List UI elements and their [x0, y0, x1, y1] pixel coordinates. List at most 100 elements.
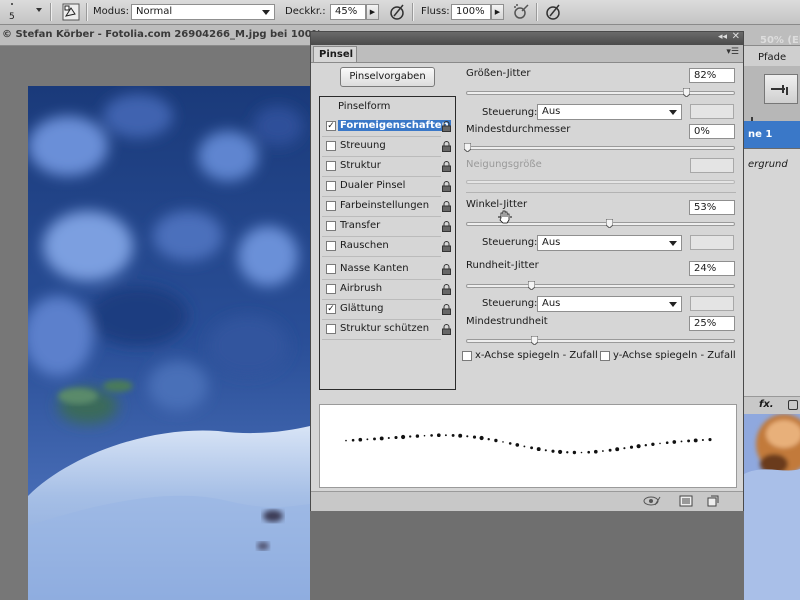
- list-item-label: Rauschen: [340, 240, 389, 251]
- lock-icon[interactable]: [441, 284, 452, 295]
- list-item[interactable]: Rauschen: [320, 237, 455, 257]
- layer-row-background[interactable]: ergrund: [744, 149, 800, 180]
- roundness-jitter-input[interactable]: 24%: [689, 261, 735, 276]
- lock-icon[interactable]: [441, 121, 452, 132]
- list-item-checkbox[interactable]: [326, 141, 336, 151]
- brush-dab: [615, 447, 620, 452]
- roundness-control-select[interactable]: Aus: [537, 296, 682, 312]
- brush-dab: [423, 434, 426, 437]
- toggle-live-tip-preview-icon[interactable]: [643, 495, 661, 507]
- snow-photo-image: [28, 86, 310, 600]
- slider-thumb[interactable]: [528, 281, 536, 290]
- angle-control-select[interactable]: Aus: [537, 235, 682, 251]
- brush-dab: [665, 441, 669, 445]
- list-item[interactable]: Struktur: [320, 157, 455, 177]
- lock-icon[interactable]: [441, 221, 452, 232]
- brush-dab: [708, 438, 712, 442]
- list-item-checkbox[interactable]: ✓: [326, 121, 336, 131]
- size-control-fade-input: [690, 104, 734, 119]
- list-item-checkbox[interactable]: ✓: [326, 304, 336, 314]
- pressure-size-icon[interactable]: [544, 3, 562, 21]
- flip-x-checkbox[interactable]: [462, 351, 472, 361]
- list-item[interactable]: ✓ Formeigenschaften: [320, 117, 455, 137]
- list-item[interactable]: Struktur schützen: [320, 320, 455, 340]
- pressure-opacity-icon[interactable]: [388, 3, 406, 21]
- collapse-panel-icon[interactable]: ◂◂: [718, 32, 727, 42]
- size-control-select[interactable]: Aus: [537, 104, 682, 120]
- brush-dab: [629, 445, 634, 449]
- create-new-brush-icon[interactable]: [707, 495, 719, 507]
- lock-icon[interactable]: [441, 324, 452, 335]
- brush-dab: [479, 435, 484, 441]
- mask-icon[interactable]: [788, 400, 798, 410]
- list-item-checkbox[interactable]: [326, 161, 336, 171]
- opacity-slider-button[interactable]: ▶: [366, 4, 379, 20]
- list-item[interactable]: Farbeinstellungen: [320, 197, 455, 217]
- panel-title-bar[interactable]: ◂◂ ✕: [311, 31, 743, 45]
- brush-preset-picker[interactable]: 5: [2, 1, 22, 23]
- fx-icon[interactable]: fx.: [759, 399, 774, 410]
- slider-thumb[interactable]: [605, 219, 613, 228]
- close-icon[interactable]: ✕: [732, 31, 740, 42]
- panel-footer: [311, 491, 743, 511]
- list-item-checkbox[interactable]: [326, 284, 336, 294]
- size-control-value: Aus: [542, 106, 561, 117]
- min-roundness-input[interactable]: 25%: [689, 316, 735, 331]
- flow-input[interactable]: 100%: [451, 4, 491, 20]
- list-item-checkbox[interactable]: [326, 201, 336, 211]
- layer-tool-button[interactable]: [764, 74, 798, 104]
- brush-dab: [444, 434, 447, 437]
- brush-presets-button[interactable]: Pinselvorgaben: [340, 67, 435, 87]
- list-item[interactable]: Nasse Kanten: [320, 260, 455, 280]
- list-item[interactable]: Airbrush: [320, 280, 455, 300]
- toolbar-separator: [86, 3, 88, 21]
- lock-icon[interactable]: [441, 304, 452, 315]
- list-item-label: Struktur: [340, 160, 381, 171]
- angle-jitter-input[interactable]: 53%: [689, 200, 735, 215]
- brush-dab: [409, 435, 412, 438]
- lock-icon[interactable]: [441, 201, 452, 212]
- flip-y-checkbox[interactable]: [600, 351, 610, 361]
- layer-row-1[interactable]: ne 1: [744, 121, 800, 148]
- list-item-divider: [322, 256, 441, 257]
- brush-dab: [515, 443, 520, 447]
- open-preset-manager-icon[interactable]: [679, 495, 693, 507]
- lock-icon[interactable]: [441, 141, 452, 152]
- list-item-checkbox[interactable]: [326, 324, 336, 334]
- mode-select[interactable]: Normal: [131, 4, 275, 20]
- lock-icon[interactable]: [441, 181, 452, 192]
- lock-icon[interactable]: [441, 241, 452, 252]
- lock-icon[interactable]: [441, 264, 452, 275]
- tab-brush[interactable]: Pinsel: [313, 46, 357, 62]
- list-item[interactable]: Transfer: [320, 217, 455, 237]
- pinecone-image: [744, 414, 800, 600]
- lock-icon[interactable]: [441, 161, 452, 172]
- photo-canvas[interactable]: [28, 86, 310, 600]
- list-item-checkbox[interactable]: [326, 181, 336, 191]
- size-jitter-input[interactable]: 82%: [689, 68, 735, 83]
- min-diameter-input[interactable]: 0%: [689, 124, 735, 139]
- brush-dab: [401, 434, 406, 440]
- tab-paths[interactable]: Pfade: [758, 52, 786, 63]
- min-roundness-slider[interactable]: [466, 336, 735, 345]
- airbrush-icon[interactable]: [512, 3, 530, 21]
- list-item-checkbox[interactable]: [326, 221, 336, 231]
- brush-panel-toggle-icon[interactable]: [62, 3, 80, 21]
- slider-thumb[interactable]: [464, 143, 471, 152]
- slider-thumb[interactable]: [530, 336, 538, 345]
- panel-menu-icon[interactable]: ▾☰: [726, 47, 739, 57]
- list-item[interactable]: Dualer Pinsel: [320, 177, 455, 197]
- opacity-input[interactable]: 45%: [330, 4, 366, 20]
- list-item[interactable]: Streuung: [320, 137, 455, 157]
- list-item[interactable]: ✓ Glättung: [320, 300, 455, 320]
- list-header-brush-tip-shape[interactable]: Pinselform: [338, 101, 390, 112]
- flow-slider-button[interactable]: ▶: [491, 4, 504, 20]
- roundness-jitter-slider[interactable]: [466, 281, 735, 290]
- brush-picker-dropdown-icon[interactable]: [36, 8, 42, 12]
- list-item-checkbox[interactable]: [326, 241, 336, 251]
- size-jitter-slider[interactable]: [466, 88, 735, 97]
- list-item-checkbox[interactable]: [326, 264, 336, 274]
- min-diameter-slider[interactable]: [464, 143, 735, 152]
- slider-thumb[interactable]: [682, 88, 690, 97]
- brush-dab: [494, 438, 498, 443]
